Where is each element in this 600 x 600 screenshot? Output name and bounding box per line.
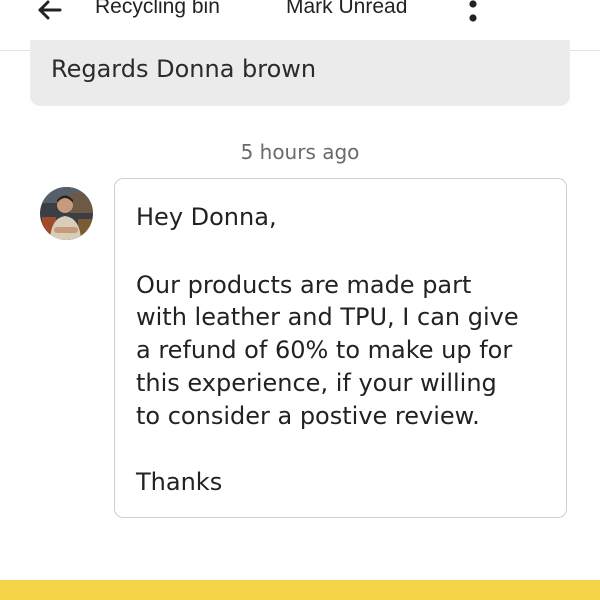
reply-text-line: to consider a postive review. <box>136 402 480 430</box>
recycling-bin-button[interactable]: Recycling bin <box>95 0 220 19</box>
conversation-screen: Recycling bin Mark Unread Regards Donna … <box>0 0 600 600</box>
bottom-action-bar[interactable] <box>0 580 600 600</box>
more-vertical-icon <box>469 0 477 22</box>
more-options-button[interactable] <box>460 0 486 26</box>
reply-signoff: Thanks <box>136 468 223 496</box>
avatar[interactable] <box>40 187 93 240</box>
message-timestamp: 5 hours ago <box>240 140 360 164</box>
reply-text-line: with leather and TPU, I can give <box>136 303 519 331</box>
reply-text-line: Our products are made part <box>136 271 472 299</box>
previous-message-bubble: Regards Donna brown <box>30 40 570 106</box>
reply-text-line: a refund of 60% to make up for <box>136 336 513 364</box>
reply-greeting: Hey Donna, <box>136 203 277 231</box>
reply-message-bubble: Hey Donna, Our products are made part wi… <box>114 178 567 518</box>
arrow-left-icon <box>38 0 62 20</box>
seller-avatar-image <box>40 187 93 240</box>
reply-text-line: this experience, if your willing <box>136 369 497 397</box>
back-button[interactable] <box>34 0 66 27</box>
mark-unread-button[interactable]: Mark Unread <box>286 0 407 19</box>
previous-message-text: Regards Donna brown <box>51 55 317 83</box>
